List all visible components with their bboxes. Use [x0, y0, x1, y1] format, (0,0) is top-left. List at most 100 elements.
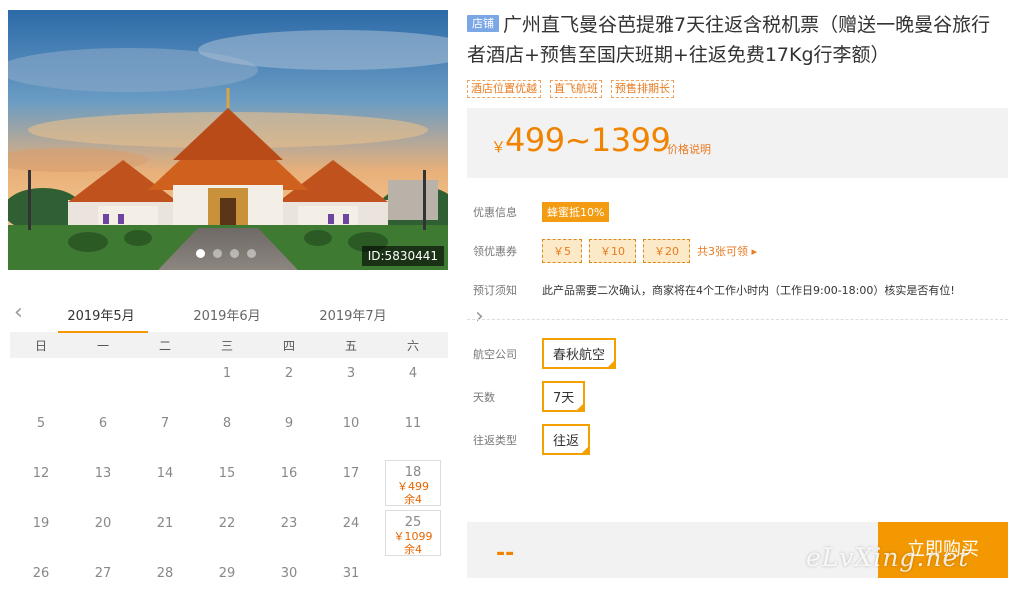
calendar-day: 14 [134, 458, 196, 508]
calendar-day-number: 7 [160, 416, 170, 431]
booking-notice-text: 此产品需要二次确认，商家将在4个工作小时内（工作日9:00-18:00）核实是否… [542, 283, 955, 297]
calendar-day-number: 4 [408, 366, 418, 381]
calendar-day-number: 29 [218, 566, 236, 581]
calendar-day-number: 15 [218, 466, 236, 481]
weekday-label: 二 [158, 338, 171, 353]
calendar-day: 10 [320, 408, 382, 458]
calendar-day-number: 2 [284, 366, 294, 381]
calendar-day: 22 [196, 508, 258, 558]
carousel-dot[interactable] [213, 249, 222, 258]
product-detail-panel: 店铺 广州直飞曼谷芭提雅7天往返含税机票（赠送一晚曼谷旅行者酒店+预售至国庆班期+… [467, 10, 1008, 578]
calendar-day: 5 [10, 408, 72, 458]
coupon-label: 领优惠券 [473, 244, 517, 258]
calendar-month-nav: ‹ 2019年5月 2019年6月 2019年7月 › [8, 294, 484, 333]
calendar-day: 26 [10, 558, 72, 593]
calendar-day-number: 27 [94, 566, 112, 581]
calendar-day-price: ￥1099 [393, 530, 433, 543]
price-box: ￥ 499~1399 价格说明 [467, 108, 1008, 178]
calendar-day-number: 31 [342, 566, 360, 581]
site-watermark: eLvXing.net [806, 543, 970, 572]
collect-coupons-link[interactable]: 共3张可领 ▸ [697, 243, 757, 259]
calendar-day-number: 13 [94, 466, 112, 481]
calendar-day-number: 6 [98, 416, 108, 431]
option-row-airline: 航空公司 春秋航空 [467, 332, 1008, 375]
calendar-day: 13 [72, 458, 134, 508]
shop-badge[interactable]: 店铺 [467, 15, 499, 32]
month-tab-june[interactable]: 2019年6月 [182, 305, 272, 324]
coupon-10[interactable]: ￥10 [589, 238, 636, 263]
calendar-day: 19 [10, 508, 72, 558]
section-divider [467, 319, 1008, 320]
days-option-button[interactable]: 7天 [542, 381, 586, 412]
weekday-label: 一 [96, 338, 109, 353]
booking-notice-row: 预订须知 此产品需要二次确认，商家将在4个工作小时内（工作日9:00-18:00… [467, 270, 1008, 309]
calendar-day: 16 [258, 458, 320, 508]
month-tab-may[interactable]: 2019年5月 [56, 305, 146, 324]
airline-option-button[interactable]: 春秋航空 [542, 338, 617, 369]
calendar-day-available[interactable]: 18 ￥499 余4 [385, 460, 441, 506]
info-section: 优惠信息 蜂蜜抵10% 领优惠券 ￥5 ￥10 ￥20 共3张可领 ▸ 预订须知… [467, 192, 1008, 309]
prev-month-chevron-icon[interactable]: ‹ [14, 300, 23, 325]
calendar-day-number: 5 [36, 416, 46, 431]
promo-label: 优惠信息 [473, 205, 517, 219]
calendar-day-number: 1 [222, 366, 232, 381]
calendar-day: 7 [134, 408, 196, 458]
calendar-day-number: 20 [94, 516, 112, 531]
calendar-day-stock: 余4 [404, 493, 422, 506]
trip-type-label: 往返类型 [473, 433, 517, 447]
calendar-day: 15 [196, 458, 258, 508]
calendar-day-number: 14 [156, 466, 174, 481]
carousel-dot[interactable] [230, 249, 239, 258]
calendar-day-number: 23 [280, 516, 298, 531]
carousel-dot[interactable] [247, 249, 256, 258]
temple-photo [8, 10, 448, 270]
calendar-day: 2 [258, 358, 320, 408]
calendar-day: 27 [72, 558, 134, 593]
calendar-day-number: 28 [156, 566, 174, 581]
calendar-day-number: 24 [342, 516, 360, 531]
month-tab-july[interactable]: 2019年7月 [308, 305, 398, 324]
calendar-day-number: 17 [342, 466, 360, 481]
product-title-row: 店铺 广州直飞曼谷芭提雅7天往返含税机票（赠送一晚曼谷旅行者酒店+预售至国庆班期+… [467, 10, 1008, 70]
option-row-days: 天数 7天 [467, 375, 1008, 418]
active-month-indicator [58, 331, 148, 333]
product-title: 广州直飞曼谷芭提雅7天往返含税机票（赠送一晚曼谷旅行者酒店+预售至国庆班期+往返… [467, 14, 991, 66]
price-range: 499~1399 [505, 121, 671, 159]
feature-tag: 酒店位置优越 [467, 80, 541, 98]
calendar-day: 3 [320, 358, 382, 408]
calendar-day: 6 [72, 408, 134, 458]
calendar-day-number: 11 [404, 416, 422, 431]
calendar-day: 11 [382, 408, 444, 458]
coupon-5[interactable]: ￥5 [542, 238, 582, 263]
calendar-day-number: 25 [404, 515, 422, 530]
calendar-day: 20 [72, 508, 134, 558]
calendar-day: 8 [196, 408, 258, 458]
option-row-trip-type: 往返类型 往返 [467, 418, 1008, 461]
product-hero-image[interactable]: ID:5830441 [8, 10, 448, 270]
currency-symbol: ￥ [491, 138, 507, 156]
calendar-weekday-header: 日 一 二 三 四 五 六 [10, 332, 448, 358]
calendar-day: 29 [196, 558, 258, 593]
carousel-dot[interactable] [196, 249, 205, 258]
trip-type-option-button[interactable]: 往返 [542, 424, 591, 455]
notice-label: 预订须知 [473, 283, 517, 297]
calendar-day-number: 3 [346, 366, 356, 381]
feature-tag: 直飞航班 [550, 80, 602, 98]
total-price: -- [496, 541, 515, 566]
calendar-day: 24 [320, 508, 382, 558]
days-label: 天数 [473, 390, 495, 404]
promo-badge: 蜂蜜抵10% [542, 201, 610, 222]
coupon-20[interactable]: ￥20 [643, 238, 690, 263]
weekday-label: 四 [282, 338, 295, 353]
calendar-day-number: 26 [32, 566, 50, 581]
price-explanation-link[interactable]: 价格说明 [667, 141, 711, 157]
calendar-day: 9 [258, 408, 320, 458]
carousel-dots [196, 249, 256, 258]
calendar-day-available[interactable]: 25 ￥1099 余4 [385, 510, 441, 556]
calendar-empty-cell [72, 358, 134, 408]
departure-calendar: ‹ 2019年5月 2019年6月 2019年7月 › 日 一 二 三 四 五 … [8, 294, 484, 593]
feature-tag: 预售排期长 [611, 80, 674, 98]
calendar-day-number: 9 [284, 416, 294, 431]
calendar-day: 21 [134, 508, 196, 558]
calendar-day: 4 [382, 358, 444, 408]
